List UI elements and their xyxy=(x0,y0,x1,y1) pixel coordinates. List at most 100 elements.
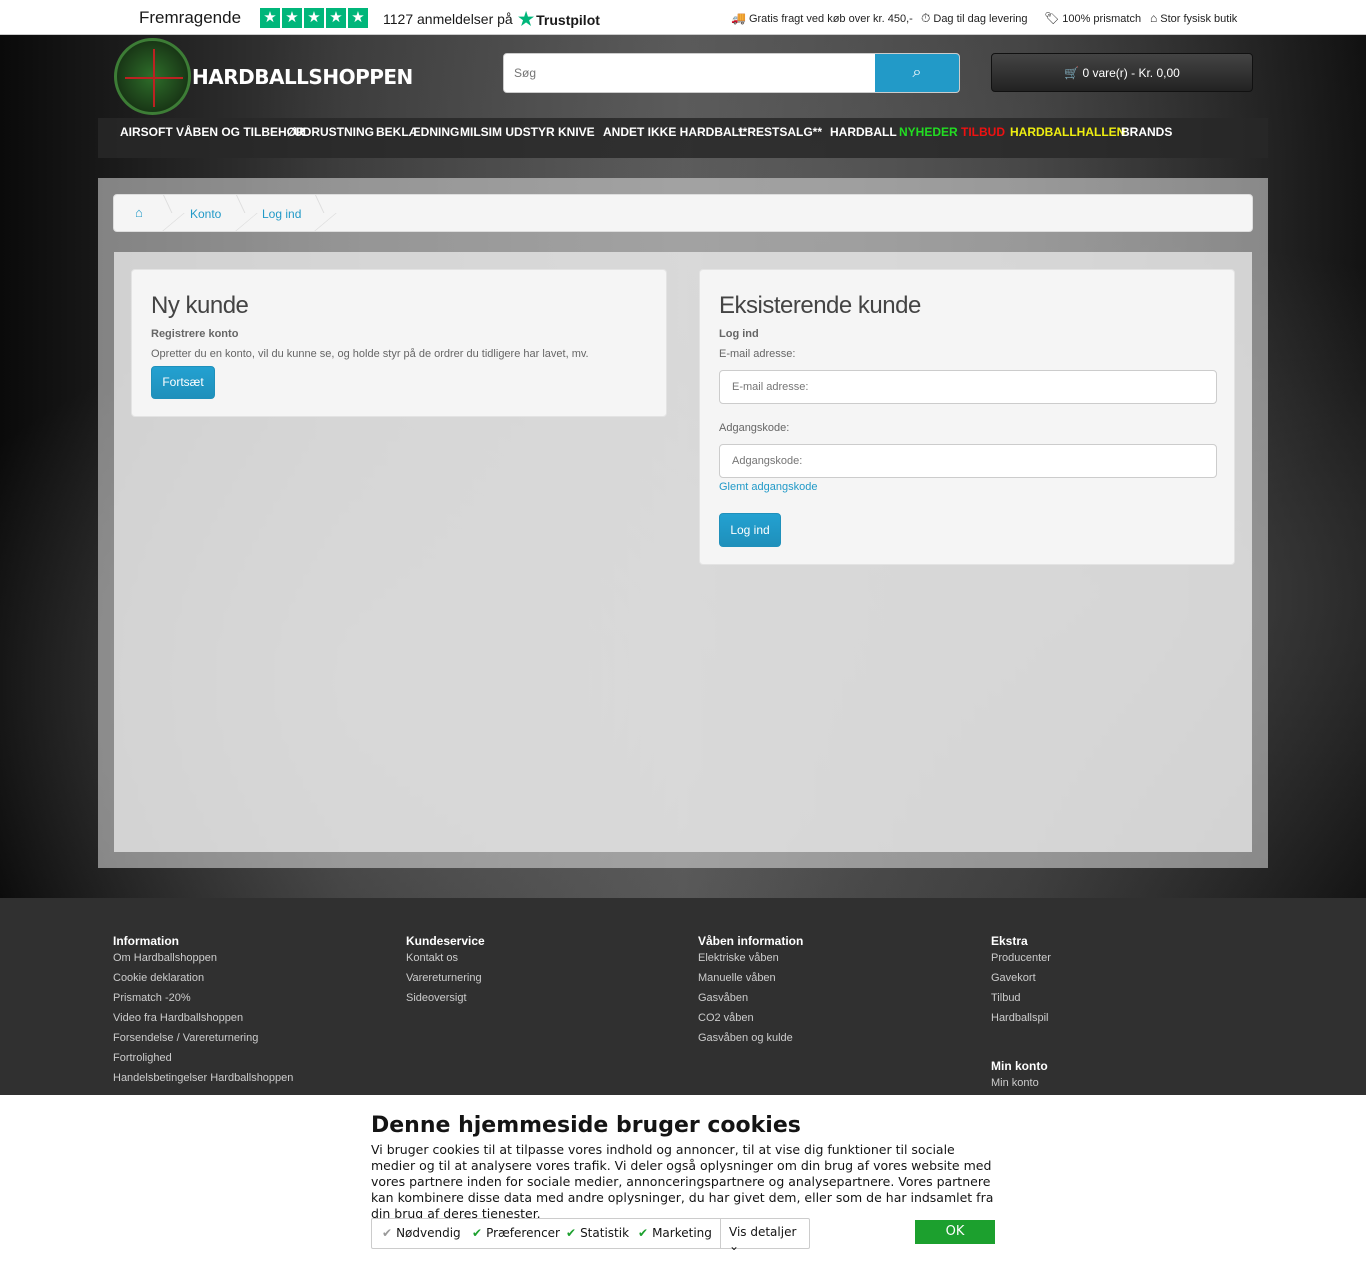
nav-item-milsim[interactable]: MILSIM UDSTYR xyxy=(460,125,555,139)
usp-text: Gratis fragt ved køb over kr. 450,- xyxy=(748,13,913,25)
checkbox-statistics[interactable]: ✔ Statistik xyxy=(566,1226,629,1240)
checkbox-marketing[interactable]: ✔ Marketing xyxy=(638,1226,712,1240)
nav-item-udrustning[interactable]: UDRUSTNING xyxy=(294,125,374,139)
nav-item-beklaedning[interactable]: BEKLÆDNING xyxy=(376,125,459,139)
check-icon: ✔ xyxy=(638,1226,649,1240)
nav-item-andet[interactable]: ANDET IKKE HARDBALL xyxy=(603,125,746,139)
new-customer-subtitle: Registrere konto xyxy=(151,328,239,340)
footer-link[interactable]: CO2 våben xyxy=(698,1010,803,1030)
footer-column-vaaben: Våben information Elektriske våben Manue… xyxy=(698,934,803,1050)
existing-customer-title: Eksisterende kunde xyxy=(719,292,921,319)
nav-item-brands[interactable]: BRANDS xyxy=(1121,125,1172,139)
footer-link[interactable]: Varereturnering xyxy=(406,970,485,990)
cookie-consent-options: ✔ Nødvendig ✔ Præferencer ✔ Statistik ✔ Mark… xyxy=(371,1218,810,1253)
clock-icon: ⏱ xyxy=(921,11,931,25)
usp-text: 100% prismatch xyxy=(1062,13,1142,25)
footer-heading: Information xyxy=(113,934,179,948)
continue-button[interactable]: Fortsæt xyxy=(151,366,215,399)
new-customer-text: Opretter du en konto, vil du kunne se, o… xyxy=(151,348,589,360)
home-icon[interactable]: ⌂ xyxy=(135,205,143,220)
footer-column-information: Information Om Hardballshoppen Cookie de… xyxy=(113,934,293,1090)
trustpilot-logo-text: Trustpilot xyxy=(536,12,600,28)
star-icon: ★ xyxy=(260,8,280,28)
footer-column-ekstra: Ekstra Producenter Gavekort Tilbud Hardb… xyxy=(991,934,1051,1030)
password-field[interactable] xyxy=(719,444,1217,478)
footer-link[interactable]: Cookie deklaration xyxy=(113,970,293,990)
usp-price-match: 🏷 100% prismatch xyxy=(1044,11,1141,25)
nav-item-airsoft[interactable]: AIRSOFT VÅBEN OG TILBEHØR xyxy=(120,125,305,139)
footer-heading: Våben information xyxy=(698,934,804,948)
footer-link[interactable]: Sideoversigt xyxy=(406,990,485,1010)
existing-customer-panel: Eksisterende kunde Log ind E-mail adress… xyxy=(699,269,1235,565)
breadcrumb-konto[interactable]: Konto xyxy=(190,207,221,221)
main-nav: AIRSOFT VÅBEN OG TILBEHØR UDRUSTNING BEK… xyxy=(98,118,1268,158)
footer-link[interactable]: Forsendelse / Varereturnering xyxy=(113,1030,293,1050)
search-button[interactable]: ⌕ xyxy=(875,54,959,92)
cart-button[interactable]: 🛒 0 vare(r) - Kr. 0,00 xyxy=(991,53,1253,92)
nav-item-nyheder[interactable]: NYHEDER xyxy=(899,125,958,139)
footer-link[interactable]: Handelsbetingelser Hardballshoppen xyxy=(113,1070,293,1090)
trust-bar: Fremragende ★ ★ ★ ★ ★ 1127 anmeldelser p… xyxy=(0,0,1366,35)
footer-heading: Ekstra xyxy=(991,934,1028,948)
nav-item-hardball[interactable]: HARDBALL xyxy=(830,125,897,139)
show-details-dropdown[interactable]: Vis detaljer ⌄ xyxy=(720,1219,810,1253)
site-logo[interactable]: HARDBALLSHOPPEN xyxy=(114,38,413,116)
footer-column-min-konto: Min konto Min konto xyxy=(991,1059,1048,1095)
footer-heading: Kundeservice xyxy=(406,934,485,948)
cookie-ok-button[interactable]: OK xyxy=(915,1220,995,1244)
check-icon: ✔ xyxy=(566,1226,577,1240)
footer-link[interactable]: Om Hardballshoppen xyxy=(113,950,293,970)
password-label: Adgangskode: xyxy=(719,422,790,434)
nav-item-hardballhallen[interactable]: HARDBALLHALLEN xyxy=(1010,125,1125,139)
usp-text: Stor fysisk butik xyxy=(1160,13,1238,25)
check-icon: ✔ xyxy=(472,1226,483,1240)
footer-link[interactable]: Producenter xyxy=(991,950,1051,970)
checkbox-necessary: ✔ Nødvendig xyxy=(382,1226,461,1240)
chevron-down-icon: ⌄ xyxy=(729,1239,740,1253)
cart-icon: 🛒 xyxy=(1064,66,1080,80)
trustpilot-logo[interactable]: ★ Trustpilot xyxy=(518,9,600,30)
footer-link[interactable]: Tilbud xyxy=(991,990,1051,1010)
nav-item-tilbud[interactable]: TILBUD xyxy=(961,125,1005,139)
nav-item-restsalg[interactable]: **RESTSALG** xyxy=(738,125,822,139)
usp-store: ⌂ Stor fysisk butik xyxy=(1150,11,1237,25)
search-input[interactable] xyxy=(504,54,876,92)
truck-icon: 🚚 xyxy=(731,11,746,25)
footer-link[interactable]: Gasvåben xyxy=(698,990,803,1010)
new-customer-panel: Ny kunde Registrere konto Opretter du en… xyxy=(131,269,667,417)
footer-heading: Min konto xyxy=(991,1059,1048,1073)
logo-badge-icon xyxy=(114,38,191,115)
breadcrumb-log-ind[interactable]: Log ind xyxy=(262,207,301,221)
trustpilot-reviews-link[interactable]: 1127 anmeldelser på xyxy=(383,11,513,27)
trustpilot-rating-label: Fremragende xyxy=(139,8,242,27)
footer-link[interactable]: Gasvåben og kulde xyxy=(698,1030,803,1050)
footer-link[interactable]: Fortrolighed xyxy=(113,1050,293,1070)
email-label: E-mail adresse: xyxy=(719,348,796,360)
cookie-title: Denne hjemmeside bruger cookies xyxy=(371,1113,801,1138)
footer-link[interactable]: Prismatch -20% xyxy=(113,990,293,1010)
checkbox-preferences[interactable]: ✔ Præferencer xyxy=(472,1226,560,1240)
forgot-password-link[interactable]: Glemt adgangskode xyxy=(719,481,817,493)
login-button[interactable]: Log ind xyxy=(719,513,781,547)
new-customer-title: Ny kunde xyxy=(151,292,249,319)
home-icon: ⌂ xyxy=(1150,11,1158,25)
footer-link[interactable]: Min konto xyxy=(991,1075,1048,1095)
tag-icon: 🏷 xyxy=(1044,11,1060,25)
footer-link[interactable]: Elektriske våben xyxy=(698,950,803,970)
star-icon: ★ xyxy=(304,8,324,28)
trustpilot-stars: ★ ★ ★ ★ ★ xyxy=(260,8,368,28)
footer-link[interactable]: Hardballspil xyxy=(991,1010,1051,1030)
footer-link[interactable]: Manuelle våben xyxy=(698,970,803,990)
footer-link[interactable]: Gavekort xyxy=(991,970,1051,990)
breadcrumb: ⌂ Konto Log ind xyxy=(113,194,1253,232)
nav-item-knive[interactable]: KNIVE xyxy=(558,125,595,139)
star-icon: ★ xyxy=(282,8,302,28)
search-icon: ⌕ xyxy=(912,64,922,81)
usp-free-shipping: 🚚 Gratis fragt ved køb over kr. 450,- xyxy=(731,11,913,25)
star-icon: ★ xyxy=(348,8,368,28)
usp-delivery: ⏱ Dag til dag levering xyxy=(921,11,1028,26)
footer-link[interactable]: Video fra Hardballshoppen xyxy=(113,1010,293,1030)
email-field[interactable] xyxy=(719,370,1217,404)
footer-link[interactable]: Kontakt os xyxy=(406,950,485,970)
trustpilot-star-icon: ★ xyxy=(518,9,535,29)
